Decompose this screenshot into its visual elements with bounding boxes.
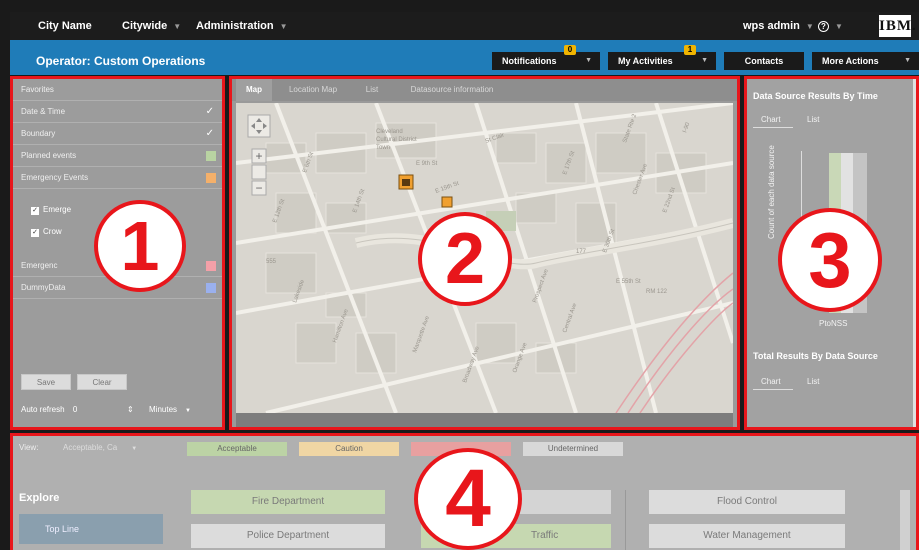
service-police-department[interactable]: Police Department (191, 524, 385, 548)
tab-list[interactable]: List (354, 79, 390, 101)
filter-planned-events[interactable]: Planned events (13, 145, 222, 167)
zoom-slider-icon (251, 164, 267, 180)
view-label: View: (19, 443, 39, 452)
top-line-item[interactable]: Top Line (19, 514, 163, 544)
chevron-down-icon: ▼ (835, 22, 843, 31)
chevron-down-icon: ▼ (279, 22, 288, 31)
svg-text:+: + (255, 149, 262, 163)
ibm-logo: IBM. (879, 15, 916, 37)
filter-favorites[interactable]: Favorites (13, 79, 222, 101)
status-undetermined[interactable]: Undetermined (523, 442, 623, 456)
callout-marker-2: 2 (418, 212, 512, 306)
checkbox-checked-icon[interactable]: ✓ (31, 207, 39, 215)
event-marker-icon (441, 196, 453, 208)
scrollbar[interactable] (913, 79, 916, 427)
x-label: PtoNSS (819, 319, 848, 328)
map-street-label: RM 122 (646, 289, 668, 295)
dummy-color-swatch (206, 283, 216, 293)
emergency-color-swatch (206, 173, 216, 183)
page-title: Operator: Custom Operations (36, 54, 206, 68)
service-water-management[interactable]: Water Management (649, 524, 845, 548)
notifications-badge: 0 (564, 45, 576, 55)
contacts-button[interactable]: Contacts (724, 52, 804, 70)
chevron-down-icon: ▼ (173, 22, 182, 31)
map-street-label: E 9th St (416, 161, 438, 167)
divider (625, 490, 626, 550)
map-street-label: 177 (576, 249, 587, 255)
planned-color-swatch (206, 151, 216, 161)
clear-button[interactable]: Clear (77, 374, 127, 390)
map-street-label: Cultural District (376, 137, 417, 143)
callout-marker-3: 3 (778, 208, 882, 312)
callout-marker-1: 1 (94, 200, 186, 292)
y-axis-label: Count of each data source (767, 145, 776, 239)
more-actions-button[interactable]: More Actions ▼ (812, 52, 919, 70)
map-pan-control-icon (247, 114, 271, 138)
map-street-label: Cleveland (376, 129, 403, 135)
tab-list[interactable]: List (807, 115, 819, 124)
auto-refresh-row: Auto refresh 0 ⇕ Minutes ▼ (21, 405, 211, 414)
top-bar: City Name Citywide ▼ Administration ▼ wps … (10, 12, 919, 40)
spinner-icon[interactable]: ⇕ (127, 405, 134, 414)
chevron-down-icon: ▼ (805, 22, 814, 31)
tab-location-map[interactable]: Location Map (278, 79, 348, 101)
emergency2-color-swatch (206, 261, 216, 271)
map-tabs: Map Location Map List Datasource informa… (232, 79, 737, 101)
results-by-time-title: Data Source Results By Time (753, 91, 878, 101)
auto-refresh-label: Auto refresh (21, 405, 65, 414)
filter-emergency-events[interactable]: Emergency Events (13, 167, 222, 189)
zoom-out-icon: − (251, 180, 267, 196)
explore-title: Explore (19, 492, 60, 504)
service-fire-department[interactable]: Fire Department (191, 490, 385, 514)
tab-datasource-information[interactable]: Datasource information (396, 79, 508, 101)
city-name[interactable]: City Name (38, 20, 92, 32)
view-select[interactable]: Acceptable, Ca ▼ (63, 443, 137, 452)
map-footer (236, 413, 733, 427)
administration-menu[interactable]: Administration ▼ (196, 20, 288, 32)
status-caution[interactable]: Caution (299, 442, 399, 456)
filter-date-time[interactable]: Date & Time ✓ (13, 101, 222, 123)
notifications-button[interactable]: Notifications 0 ▼ (492, 45, 600, 70)
tab-chart-2[interactable]: Chart (761, 377, 781, 386)
status-acceptable[interactable]: Acceptable (187, 442, 287, 456)
chevron-down-icon: ▼ (131, 446, 138, 452)
checkbox-checked-icon[interactable]: ✓ (31, 229, 39, 237)
tab-list-2[interactable]: List (807, 377, 819, 386)
scrollbar[interactable] (900, 490, 910, 550)
filter-boundary[interactable]: Boundary ✓ (13, 123, 222, 145)
citywide-menu[interactable]: Citywide ▼ (122, 20, 181, 32)
callout-marker-4: 4 (414, 448, 522, 550)
tab-underline (753, 389, 793, 390)
user-menu[interactable]: wps admin ▼ (743, 20, 814, 32)
chevron-down-icon: ▼ (585, 57, 592, 64)
minutes-select[interactable]: Minutes ▼ (149, 405, 191, 414)
my-activities-button[interactable]: My Activities 1 ▼ (608, 45, 716, 70)
svg-text:−: − (255, 181, 262, 195)
auto-refresh-value[interactable]: 0 (73, 405, 77, 414)
map-street-label: Town (376, 145, 390, 151)
tab-map[interactable]: Map (236, 79, 272, 101)
zoom-in-icon: + (251, 148, 267, 164)
save-button[interactable]: Save (21, 374, 71, 390)
chevron-down-icon: ▼ (904, 57, 911, 64)
check-icon: ✓ (205, 128, 214, 139)
chevron-down-icon: ▼ (185, 408, 191, 414)
event-marker-icon (398, 174, 414, 190)
check-icon: ✓ (205, 106, 214, 117)
help-icon: ? (818, 21, 829, 32)
map-street-label: E 55th St (616, 279, 641, 285)
service-flood-control[interactable]: Flood Control (649, 490, 845, 514)
page-header: Operator: Custom Operations Notification… (10, 40, 919, 75)
results-by-source-title: Total Results By Data Source (753, 351, 878, 361)
tab-underline (753, 127, 793, 128)
map-street-label: 555 (266, 259, 277, 265)
chevron-down-icon: ▼ (701, 57, 708, 64)
help-menu[interactable]: ? ▼ (818, 20, 843, 32)
my-activities-badge: 1 (684, 45, 696, 55)
tab-chart[interactable]: Chart (761, 115, 781, 124)
